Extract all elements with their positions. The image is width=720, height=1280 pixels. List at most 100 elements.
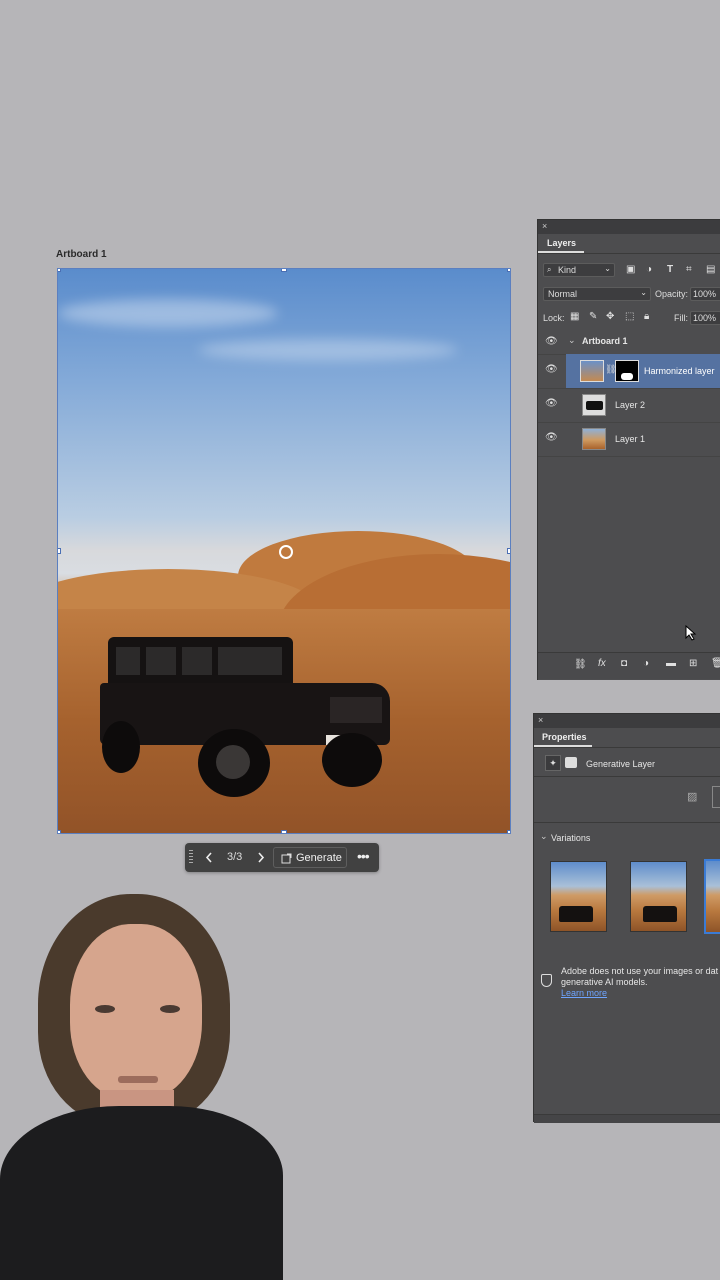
layer-type-label: Generative Layer	[586, 759, 656, 769]
crosshair-icon[interactable]	[279, 545, 293, 559]
notice-line-1: Adobe does not use your images or dat	[561, 966, 719, 976]
fill-field[interactable]: 100%	[690, 311, 720, 325]
layer-group-name: Artboard 1	[582, 336, 628, 346]
visibility-eye-icon[interactable]: 👁︎	[545, 364, 558, 375]
opacity-value: 100%	[693, 289, 717, 299]
fill-value: 100%	[693, 313, 717, 323]
layers-list: 👁︎ ⌄ Artboard 1 👁︎ ⛓︎ Harmonized layer 👁…	[538, 330, 720, 650]
variation-thumbnail-selected[interactable]	[704, 859, 720, 934]
layer-group-artboard[interactable]: 👁︎ ⌄ Artboard 1	[538, 330, 720, 355]
drag-grip-icon[interactable]	[189, 850, 193, 865]
jeep-vehicle	[100, 637, 390, 797]
adjustment-filter-icon[interactable]: ◑	[646, 264, 652, 275]
artboard-canvas[interactable]	[57, 268, 511, 834]
resize-handle[interactable]	[58, 830, 61, 833]
smart-object-filter-icon[interactable]: ▤	[706, 264, 715, 275]
layer-thumbnail	[582, 394, 606, 416]
folder-icon[interactable]: ▬	[666, 658, 676, 669]
layer-row-layer1[interactable]: 👁︎ Layer 1	[538, 422, 720, 457]
lock-transparent-icon[interactable]: ▦	[570, 311, 579, 322]
close-icon[interactable]: ×	[538, 715, 543, 725]
fx-icon[interactable]: fx	[598, 658, 606, 669]
generate-button[interactable]: Generate	[273, 847, 347, 868]
layer-row-harmonized[interactable]: 👁︎ ⛓︎ Harmonized layer	[538, 354, 720, 389]
blend-mode-value: Normal	[548, 289, 578, 299]
resize-handle[interactable]	[507, 548, 510, 554]
resize-handle[interactable]	[281, 269, 287, 272]
adjustment-layer-icon[interactable]: ◑	[643, 658, 649, 669]
lock-label: Lock:	[543, 313, 565, 323]
face	[70, 924, 202, 1100]
lock-artboard-icon[interactable]: ⬚	[625, 311, 634, 322]
layer-row-layer2[interactable]: 👁︎ Layer 2	[538, 388, 720, 423]
divider	[534, 747, 720, 748]
chevron-down-icon[interactable]: ⌄	[540, 831, 548, 842]
variation-thumbnail[interactable]	[550, 861, 607, 932]
variation-thumbnail[interactable]	[630, 861, 687, 932]
layers-footer: ⛓︎ fx ◘ ◑ ▬ ⊞ 🗑︎	[538, 652, 720, 679]
add-mask-icon[interactable]: ◘	[621, 658, 627, 669]
mask-icon	[565, 757, 577, 768]
learn-more-link[interactable]: Learn more	[561, 988, 718, 999]
divider	[538, 253, 720, 254]
tab-properties[interactable]: Properties	[542, 732, 587, 742]
pixel-filter-icon[interactable]: ▣	[626, 264, 635, 275]
panel-bottom-edge	[534, 1114, 720, 1123]
eye	[160, 1005, 180, 1013]
cloud	[58, 299, 278, 327]
generative-layer-icon: ✦	[545, 755, 561, 771]
layer-name: Harmonized layer	[644, 366, 715, 376]
shield-icon	[541, 974, 552, 987]
visibility-eye-icon[interactable]: 👁︎	[545, 398, 558, 409]
fill-label: Fill:	[674, 313, 688, 323]
resize-handle[interactable]	[58, 269, 61, 272]
chevron-right-icon[interactable]	[257, 852, 265, 863]
divider	[534, 776, 720, 777]
panel-header-bar: ×	[534, 714, 720, 728]
lock-paint-icon[interactable]: ✎	[589, 311, 597, 322]
resize-handle[interactable]	[58, 548, 61, 554]
eye	[95, 1005, 115, 1013]
close-icon[interactable]: ×	[542, 221, 547, 231]
chevron-down-icon: ⌄	[640, 288, 647, 297]
artboard-label: Artboard 1	[56, 249, 107, 260]
chevron-down-icon: ⌄	[604, 264, 611, 273]
blend-mode-select[interactable]: Normal ⌄	[543, 287, 651, 301]
resize-handle[interactable]	[507, 830, 510, 833]
opacity-field[interactable]: 100%	[690, 287, 720, 301]
tab-layers[interactable]: Layers	[547, 238, 576, 248]
layers-panel: × Layers ⌕ Kind ⌄ ▣ ◑ T ⌗ ▤ Normal ⌄ Opa…	[537, 219, 720, 680]
lock-position-icon[interactable]: ✥	[606, 311, 614, 322]
shirt	[0, 1106, 283, 1280]
expand-button[interactable]	[712, 786, 720, 808]
trash-icon[interactable]: 🗑︎	[711, 658, 720, 669]
ai-data-notice: Adobe does not use your images or dat ge…	[561, 966, 718, 999]
more-options-icon[interactable]: •••	[357, 848, 370, 864]
new-layer-icon[interactable]: ⊞	[689, 658, 697, 669]
resize-handle[interactable]	[281, 830, 287, 833]
resize-handle[interactable]	[507, 269, 510, 272]
layer-thumbnail	[582, 428, 606, 450]
type-filter-icon[interactable]: T	[667, 264, 673, 275]
contextual-task-bar: 3/3 Generate •••	[185, 843, 379, 872]
shape-filter-icon[interactable]: ⌗	[686, 264, 692, 275]
mouse-cursor-icon	[685, 625, 697, 641]
chevron-down-icon[interactable]: ⌄	[568, 335, 576, 346]
visibility-eye-icon[interactable]: 👁︎	[545, 336, 558, 347]
visibility-eye-icon[interactable]: 👁︎	[545, 432, 558, 443]
link-layers-icon[interactable]: ⛓︎	[574, 659, 587, 670]
generate-label: Generate	[296, 852, 342, 864]
mouth	[118, 1076, 158, 1083]
lock-all-icon[interactable]: 🔒︎	[644, 311, 649, 322]
image-options-icon[interactable]: ▨	[687, 790, 697, 803]
layer-mask-thumbnail	[615, 360, 639, 382]
generate-icon	[281, 853, 292, 864]
filter-kind-select[interactable]: ⌕ Kind ⌄	[543, 263, 615, 277]
chevron-left-icon[interactable]	[205, 852, 213, 863]
layer-thumbnail	[580, 360, 604, 382]
variations-label: Variations	[551, 833, 591, 843]
properties-panel: × Properties ✦ Generative Layer ▨ ⌄ Vari…	[533, 713, 720, 1123]
panel-header-bar: ×	[538, 220, 720, 234]
notice-line-2: generative AI models.	[561, 977, 648, 987]
layer-name: Layer 1	[615, 434, 646, 444]
